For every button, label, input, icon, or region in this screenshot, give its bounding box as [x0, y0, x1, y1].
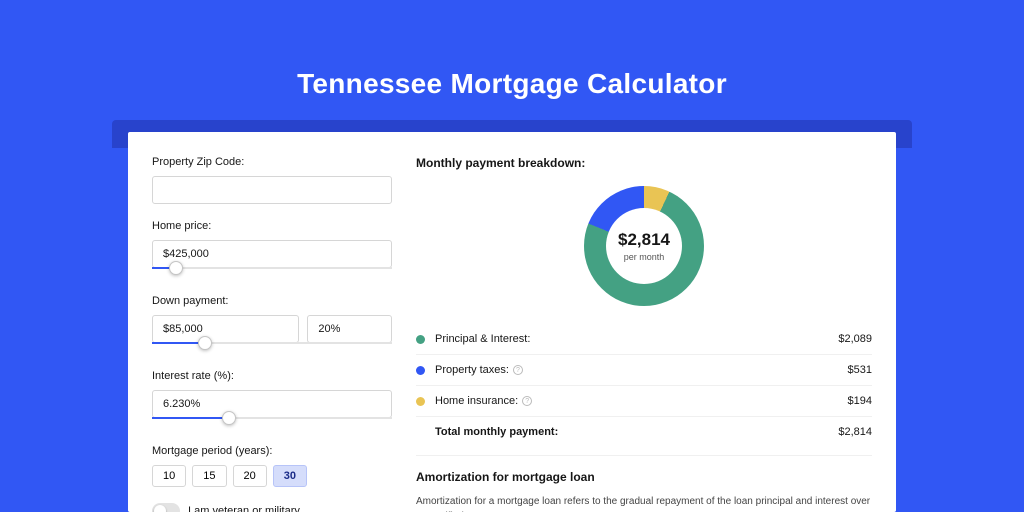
donut-chart: $2,814 per month	[584, 186, 704, 306]
zip-input[interactable]	[152, 176, 392, 204]
veteran-toggle[interactable]	[152, 503, 180, 512]
donut-value: $2,814	[618, 230, 670, 250]
period-btn-10[interactable]: 10	[152, 465, 186, 487]
legend-value: $531	[848, 364, 872, 376]
dot-icon	[416, 397, 425, 406]
veteran-row: I am veteran or military	[152, 503, 392, 512]
home-price-input[interactable]	[152, 240, 392, 268]
interest-input[interactable]	[152, 390, 392, 418]
interest-group: Interest rate (%):	[152, 370, 392, 429]
donut-sub: per month	[624, 252, 665, 262]
down-payment-input[interactable]	[152, 315, 299, 343]
period-btn-20[interactable]: 20	[233, 465, 267, 487]
form-panel: Property Zip Code: Home price: Down paym…	[152, 156, 392, 512]
home-price-label: Home price:	[152, 220, 392, 232]
interest-label: Interest rate (%):	[152, 370, 392, 382]
period-btn-30[interactable]: 30	[273, 465, 307, 487]
down-payment-pct-input[interactable]	[307, 315, 392, 343]
page-title: Tennessee Mortgage Calculator	[0, 0, 1024, 100]
interest-slider[interactable]	[152, 417, 392, 429]
legend: Principal & Interest: $2,089 Property ta…	[416, 324, 872, 447]
home-price-slider[interactable]	[152, 267, 392, 279]
amortization-body: Amortization for a mortgage loan refers …	[416, 494, 872, 512]
down-payment-group: Down payment:	[152, 295, 392, 354]
dot-icon	[416, 366, 425, 375]
legend-value: $194	[848, 395, 872, 407]
donut-wrap: $2,814 per month	[416, 182, 872, 324]
down-payment-slider[interactable]	[152, 342, 392, 354]
legend-row-principal: Principal & Interest: $2,089	[416, 324, 872, 354]
legend-label: Home insurance:?	[435, 395, 848, 407]
veteran-label: I am veteran or military	[188, 505, 300, 512]
period-btn-15[interactable]: 15	[192, 465, 226, 487]
info-icon[interactable]: ?	[522, 396, 532, 406]
dot-icon	[416, 335, 425, 344]
breakdown-title: Monthly payment breakdown:	[416, 156, 872, 170]
amortization-title: Amortization for mortgage loan	[416, 470, 872, 484]
legend-row-insurance: Home insurance:? $194	[416, 385, 872, 416]
amortization-section: Amortization for mortgage loan Amortizat…	[416, 455, 872, 512]
legend-row-total: Total monthly payment: $2,814	[416, 416, 872, 447]
legend-total-label: Total monthly payment:	[435, 426, 838, 438]
slider-thumb[interactable]	[222, 411, 236, 425]
slider-thumb[interactable]	[169, 261, 183, 275]
hero: Tennessee Mortgage Calculator Property Z…	[0, 0, 1024, 512]
home-price-group: Home price:	[152, 220, 392, 279]
donut-center: $2,814 per month	[606, 208, 682, 284]
period-label: Mortgage period (years):	[152, 445, 392, 457]
breakdown-panel: Monthly payment breakdown: $2,814 per mo…	[416, 156, 872, 512]
zip-group: Property Zip Code:	[152, 156, 392, 204]
legend-value: $2,089	[838, 333, 872, 345]
zip-label: Property Zip Code:	[152, 156, 392, 168]
down-payment-label: Down payment:	[152, 295, 392, 307]
slider-thumb[interactable]	[198, 336, 212, 350]
legend-label: Property taxes:?	[435, 364, 848, 376]
calculator-card: Property Zip Code: Home price: Down paym…	[128, 132, 896, 512]
legend-row-taxes: Property taxes:? $531	[416, 354, 872, 385]
legend-label: Principal & Interest:	[435, 333, 838, 345]
info-icon[interactable]: ?	[513, 365, 523, 375]
period-group: Mortgage period (years): 10 15 20 30	[152, 445, 392, 487]
legend-total-value: $2,814	[838, 426, 872, 438]
period-options: 10 15 20 30	[152, 465, 392, 487]
